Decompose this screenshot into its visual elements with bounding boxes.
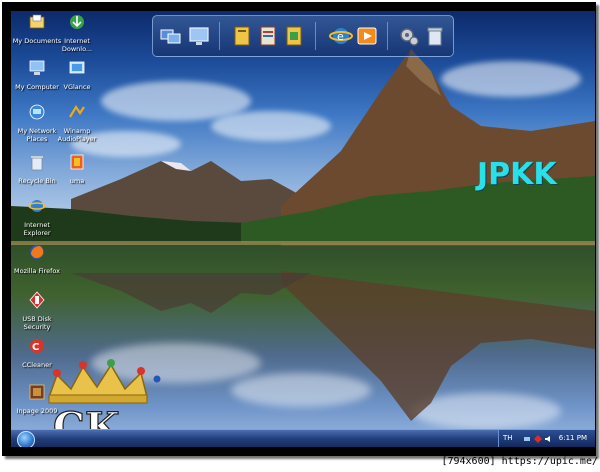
desktop-icon-label: Internet Explorer — [23, 221, 51, 237]
system-tray: TH 6:11 PM — [498, 430, 595, 447]
clock[interactable]: 6:11 PM — [559, 434, 587, 442]
desktop-icon-label: USB Disk Security — [22, 315, 52, 331]
dock-separator — [315, 22, 316, 50]
recycle-bin-icon — [31, 156, 43, 171]
folder-green-icon[interactable] — [283, 24, 307, 48]
dock-separator — [219, 22, 220, 50]
internet-download-icon — [70, 15, 84, 29]
network-tray-icon[interactable] — [523, 435, 531, 443]
antivirus-tray-icon[interactable] — [534, 435, 542, 443]
desktop-icon-internet-download[interactable]: Internet Downlo... — [51, 13, 103, 53]
desktop-icon-winamp[interactable]: Winamp AudioPlayer — [51, 103, 103, 143]
svg-text:e: e — [337, 30, 344, 43]
desktop-icon-label: Internet Downlo... — [61, 37, 93, 53]
desktop: e My Documents My Computer My Network Pl… — [11, 11, 595, 447]
computer-icon — [29, 60, 45, 75]
desktop-icon-label: Mozilla Firefox — [14, 267, 60, 275]
desktop-icon-usb-disk-security[interactable]: USB Disk Security — [11, 291, 63, 331]
desktop-icon-label: Winamp AudioPlayer — [57, 127, 97, 143]
language-indicator[interactable]: TH — [503, 434, 513, 442]
vglance-icon — [69, 61, 85, 74]
taskbar: TH 6:11 PM — [11, 429, 595, 447]
usb-disk-security-icon — [29, 291, 45, 309]
desktop-icon-mozilla-firefox[interactable]: Mozilla Firefox — [11, 243, 63, 275]
screenshot-frame: e My Documents My Computer My Network Pl… — [2, 2, 596, 456]
network-computers-icon[interactable] — [159, 24, 183, 48]
uma-icon — [70, 154, 84, 170]
desktop-icon-internet-explorer[interactable]: Internet Explorer — [11, 197, 63, 237]
windows-orb-icon[interactable] — [17, 431, 35, 447]
internet-explorer-icon[interactable]: e — [329, 24, 353, 48]
desktop-icon-uma[interactable]: uma — [51, 153, 103, 185]
network-places-icon — [29, 104, 45, 120]
monitor-icon[interactable] — [187, 24, 211, 48]
winamp-icon — [69, 104, 85, 118]
image-caption: [794x600] https://upic.me/ — [441, 456, 598, 467]
firefox-icon — [30, 245, 44, 259]
folder-documents-icon — [29, 14, 45, 29]
desktop-icon-vglance[interactable]: VGlance — [51, 59, 103, 91]
brand-text: JPKK — [477, 157, 557, 192]
desktop-icon-label: uma — [69, 177, 85, 185]
recycle-bin-icon[interactable] — [423, 24, 447, 48]
documents-icon[interactable] — [257, 24, 281, 48]
internet-explorer-icon — [28, 200, 46, 212]
dock-separator — [387, 22, 388, 50]
volume-icon[interactable] — [545, 435, 553, 443]
folder-yellow-icon[interactable] — [231, 24, 255, 48]
desktop-icon-label: VGlance — [63, 83, 91, 91]
media-player-icon[interactable] — [355, 24, 379, 48]
settings-gears-icon[interactable] — [397, 24, 421, 48]
top-dock: e — [152, 15, 454, 57]
